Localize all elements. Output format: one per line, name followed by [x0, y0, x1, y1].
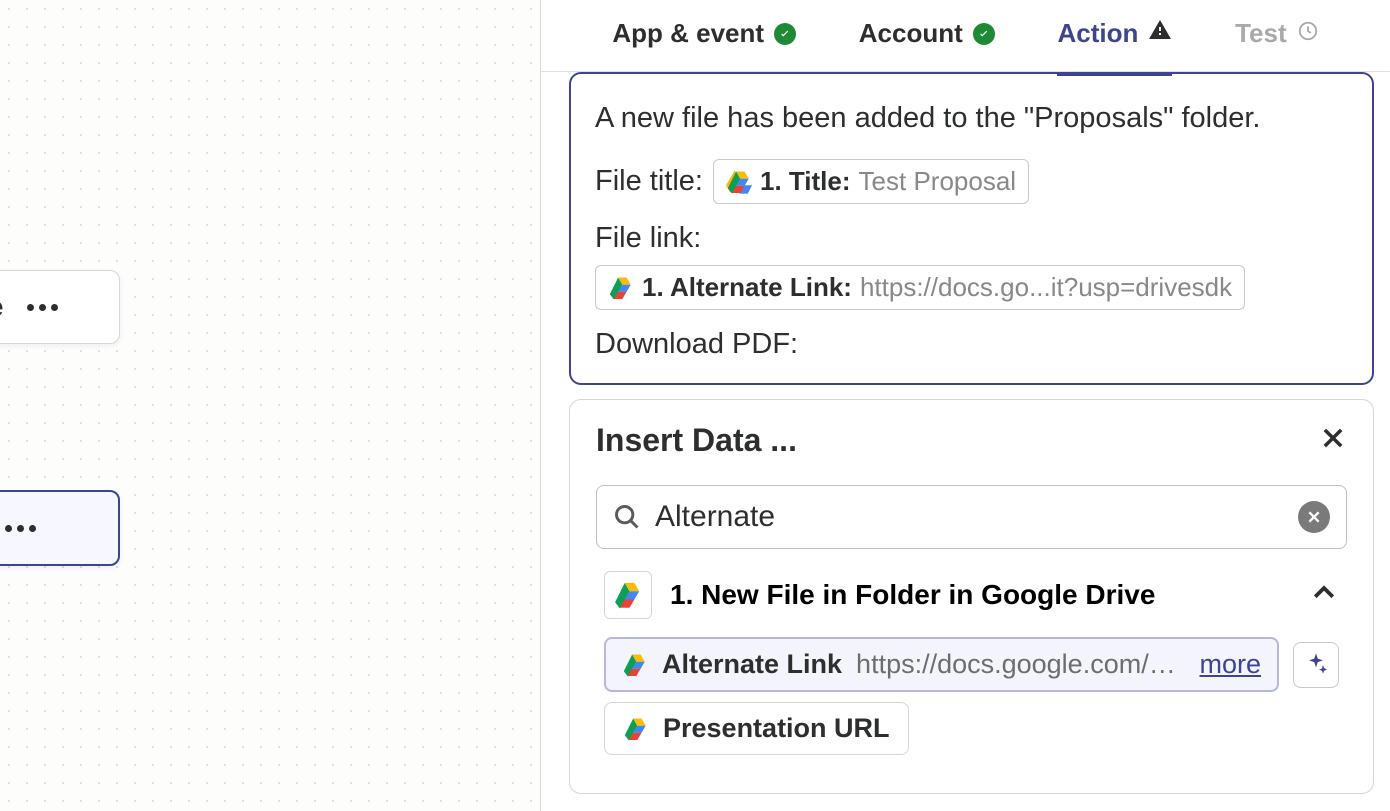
canvas-step-card-selected[interactable]: n	[0, 490, 120, 566]
result-alternate-link[interactable]: Alternate Link https://docs.google.com/d…	[604, 637, 1279, 692]
tab-label: Test	[1235, 18, 1287, 49]
link-variable-chip[interactable]: 1. Alternate Link: https://docs.go...it?…	[595, 265, 1245, 310]
insert-data-panel: Insert Data ... 1. New File in Folder in…	[569, 399, 1374, 794]
tab-label: App & event	[612, 18, 764, 49]
group-title-text: 1. New File in Folder in Google Drive	[670, 579, 1291, 611]
google-drive-app-icon	[604, 571, 652, 619]
file-title-label: File title:	[595, 165, 703, 198]
title-variable-chip[interactable]: 1. Title: Test Proposal	[713, 159, 1029, 204]
chip-field-value: https://docs.go...it?usp=drivesdk	[860, 272, 1232, 303]
more-link[interactable]: more	[1199, 649, 1261, 680]
result-presentation-url[interactable]: Presentation URL	[604, 702, 909, 755]
file-title-row: File title: 1. Title: Test Proposal	[595, 159, 1348, 204]
panel-tabs: App & event Account Action Test	[541, 0, 1390, 72]
chip-field-name: 1. Title:	[760, 166, 851, 197]
google-drive-icon	[726, 170, 752, 194]
file-link-label: File link:	[595, 222, 701, 255]
warning-icon	[1148, 18, 1172, 49]
step-menu-icon[interactable]	[5, 525, 36, 532]
chip-field-name: 1. Alternate Link:	[642, 272, 852, 303]
result-field-name: Alternate Link	[662, 649, 842, 680]
clear-search-icon[interactable]	[1298, 501, 1330, 533]
search-icon	[613, 503, 641, 531]
ai-sparkle-icon[interactable]	[1293, 642, 1339, 688]
tab-app-event[interactable]: App & event	[612, 18, 796, 53]
tab-label: Action	[1057, 18, 1138, 49]
editor-canvas[interactable]: gle n	[0, 0, 540, 811]
download-pdf-row: Download PDF:	[595, 328, 1348, 361]
close-icon[interactable]	[1319, 424, 1347, 457]
action-side-panel: App & event Account Action Test A new fi…	[540, 0, 1390, 811]
chip-field-value: Test Proposal	[859, 166, 1017, 197]
google-drive-icon	[622, 653, 648, 677]
file-link-row: File link: 1. Alternate Link: https://do…	[595, 222, 1348, 310]
google-drive-icon	[623, 717, 649, 741]
canvas-step-label: gle	[0, 291, 3, 323]
download-pdf-label: Download PDF:	[595, 328, 798, 361]
google-drive-icon	[608, 276, 634, 300]
tab-account[interactable]: Account	[859, 18, 995, 53]
tab-action[interactable]: Action	[1057, 18, 1172, 53]
chevron-up-icon[interactable]	[1309, 578, 1339, 613]
insert-data-title: Insert Data ...	[596, 422, 797, 459]
message-intro-text: A new file has been added to the "Propos…	[595, 102, 1348, 135]
message-template-area[interactable]: A new file has been added to the "Propos…	[569, 72, 1374, 385]
clock-icon	[1297, 18, 1319, 49]
check-icon	[774, 23, 796, 45]
search-input[interactable]	[655, 500, 1284, 534]
result-field-name: Presentation URL	[663, 713, 890, 744]
tab-test[interactable]: Test	[1235, 18, 1319, 53]
canvas-step-card[interactable]: gle	[0, 270, 120, 344]
search-input-wrapper[interactable]	[596, 485, 1347, 549]
step-menu-icon[interactable]	[27, 304, 58, 311]
tab-label: Account	[859, 18, 963, 49]
data-source-group[interactable]: 1. New File in Folder in Google Drive	[604, 571, 1339, 619]
result-field-value: https://docs.google.com/docum...	[856, 649, 1185, 680]
check-icon	[973, 23, 995, 45]
